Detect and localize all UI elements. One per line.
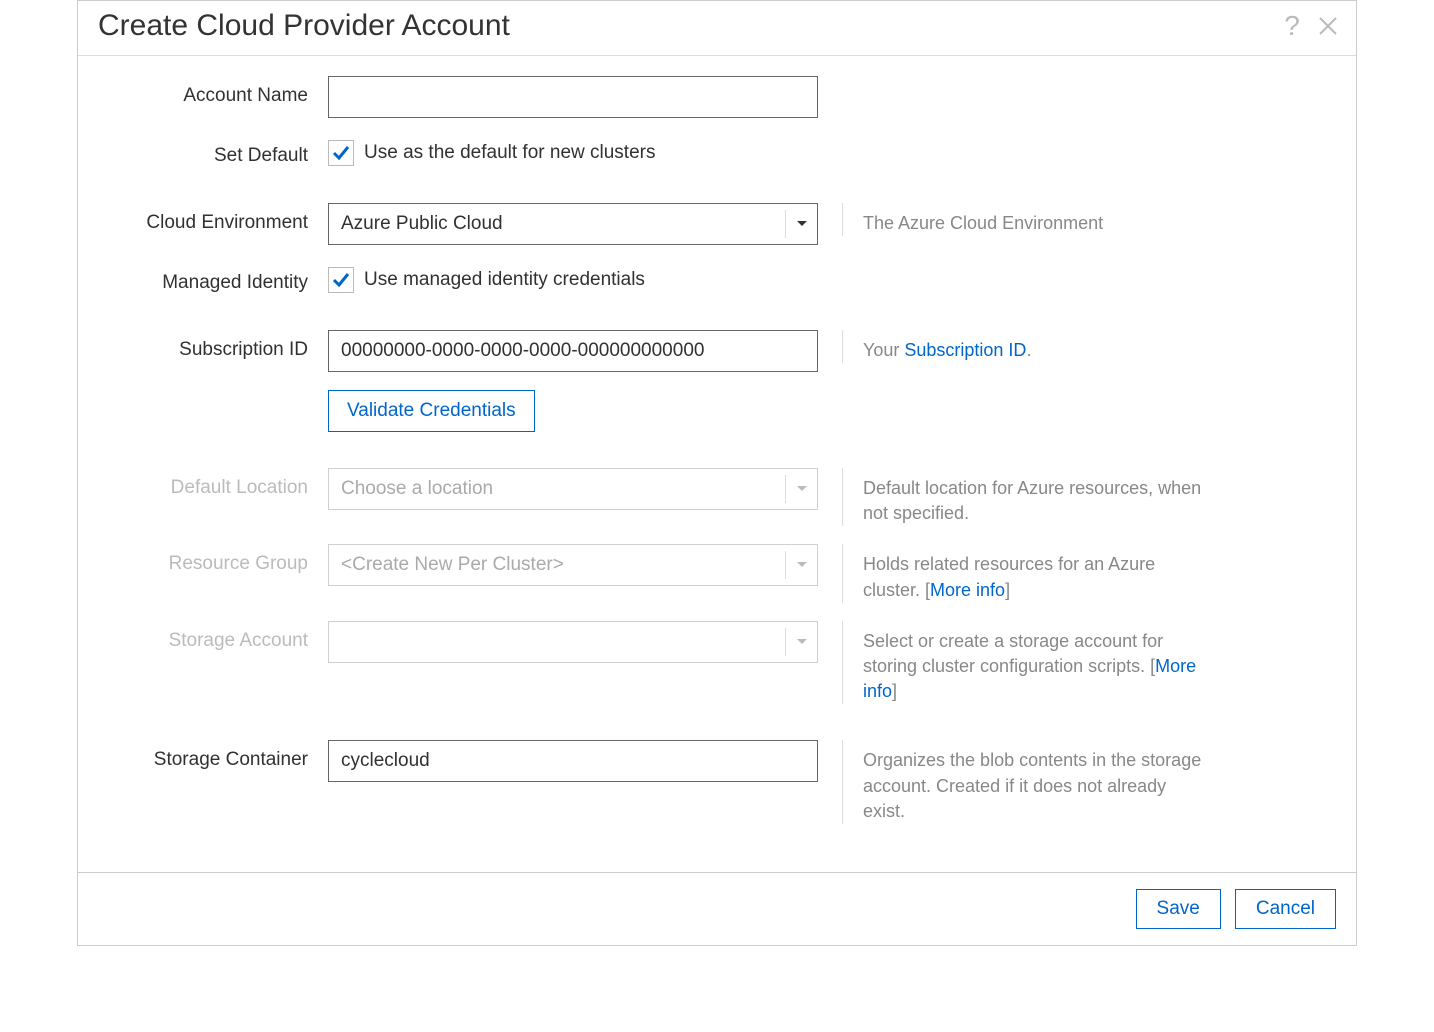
help-default-location: Default location for Azure resources, wh…	[842, 468, 1212, 526]
default-location-placeholder: Choose a location	[341, 478, 493, 500]
row-default-location: Default Location Choose a location Defau…	[98, 468, 1336, 526]
row-set-default: Set Default Use as the default for new c…	[98, 136, 1336, 167]
help-storage-account: Select or create a storage account for s…	[842, 621, 1212, 705]
chevron-down-icon	[785, 475, 817, 503]
label-set-default: Set Default	[98, 136, 328, 167]
label-subscription-id: Subscription ID	[98, 330, 328, 361]
resource-group-more-info-link[interactable]: More info	[930, 580, 1005, 600]
label-storage-container: Storage Container	[98, 740, 328, 771]
help-storage-container: Organizes the blob contents in the stora…	[842, 740, 1212, 824]
close-icon[interactable]	[1316, 14, 1340, 38]
row-storage-account: Storage Account Select or create a stora…	[98, 621, 1336, 705]
set-default-checkbox[interactable]	[328, 140, 354, 166]
subscription-id-link[interactable]: Subscription ID	[904, 340, 1026, 360]
chevron-down-icon	[785, 628, 817, 656]
managed-identity-checkbox[interactable]	[328, 267, 354, 293]
help-cloud-environment: The Azure Cloud Environment	[842, 203, 1103, 236]
cloud-environment-value: Azure Public Cloud	[341, 213, 503, 235]
label-cloud-environment: Cloud Environment	[98, 203, 328, 234]
dialog-header-icons: ?	[1280, 14, 1340, 38]
dialog-footer: Save Cancel	[78, 872, 1356, 945]
help-subscription-id: Your Subscription ID.	[842, 330, 1031, 363]
row-validate: Validate Credentials	[98, 390, 1336, 432]
row-managed-identity: Managed Identity Use managed identity cr…	[98, 263, 1336, 294]
managed-identity-checkbox-label: Use managed identity credentials	[364, 269, 645, 291]
account-name-input[interactable]	[328, 76, 818, 118]
row-cloud-environment: Cloud Environment Azure Public Cloud The…	[98, 203, 1336, 245]
row-storage-container: Storage Container Organizes the blob con…	[98, 740, 1336, 824]
row-resource-group: Resource Group <Create New Per Cluster> …	[98, 544, 1336, 602]
resource-group-select[interactable]: <Create New Per Cluster>	[328, 544, 818, 586]
dialog-header: Create Cloud Provider Account ?	[78, 1, 1356, 56]
subscription-id-input[interactable]	[328, 330, 818, 372]
default-location-select[interactable]: Choose a location	[328, 468, 818, 510]
cancel-button[interactable]: Cancel	[1235, 889, 1336, 929]
dialog-body: Account Name Set Default Use as the defa…	[78, 56, 1356, 872]
save-button[interactable]: Save	[1136, 889, 1221, 929]
label-managed-identity: Managed Identity	[98, 263, 328, 294]
chevron-down-icon	[785, 551, 817, 579]
row-subscription-id: Subscription ID Your Subscription ID.	[98, 330, 1336, 372]
label-account-name: Account Name	[98, 76, 328, 107]
chevron-down-icon	[785, 210, 817, 238]
help-resource-group: Holds related resources for an Azure clu…	[842, 544, 1212, 602]
dialog: Create Cloud Provider Account ? Account …	[77, 0, 1357, 946]
help-icon[interactable]: ?	[1280, 14, 1304, 38]
label-storage-account: Storage Account	[98, 621, 328, 652]
dialog-title: Create Cloud Provider Account	[98, 9, 510, 43]
label-default-location: Default Location	[98, 468, 328, 499]
set-default-checkbox-label: Use as the default for new clusters	[364, 142, 655, 164]
resource-group-placeholder: <Create New Per Cluster>	[341, 554, 564, 576]
label-resource-group: Resource Group	[98, 544, 328, 575]
storage-account-select[interactable]	[328, 621, 818, 663]
storage-container-input[interactable]	[328, 740, 818, 782]
row-account-name: Account Name	[98, 76, 1336, 118]
cloud-environment-select[interactable]: Azure Public Cloud	[328, 203, 818, 245]
validate-credentials-button[interactable]: Validate Credentials	[328, 390, 535, 432]
